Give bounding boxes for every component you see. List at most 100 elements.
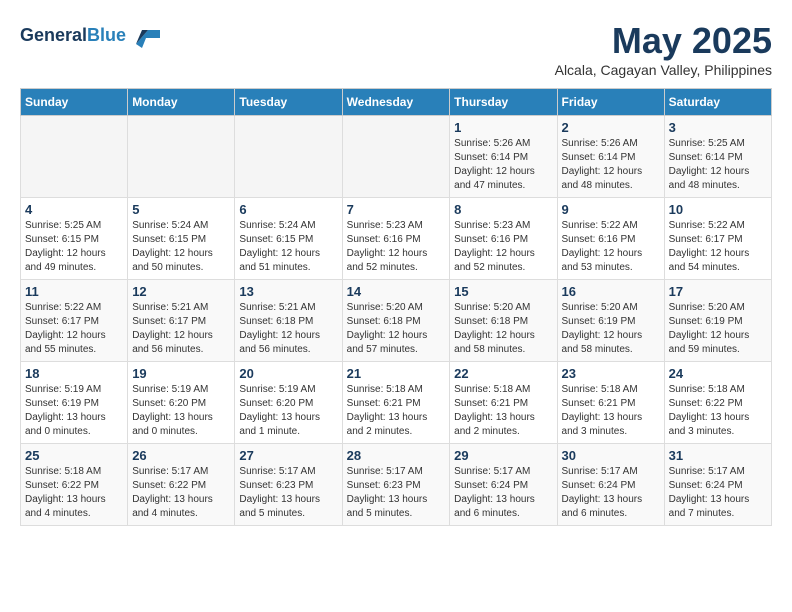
day-number: 18 (25, 366, 123, 381)
day-info: Sunrise: 5:17 AM Sunset: 6:23 PM Dayligh… (239, 465, 337, 521)
day-cell: 20 Sunrise: 5:19 AM Sunset: 6:20 PM Dayli… (235, 362, 342, 444)
day-number: 20 (239, 366, 337, 381)
day-number: 29 (454, 448, 552, 463)
day-info: Sunrise: 5:21 AM Sunset: 6:17 PM Dayligh… (132, 301, 230, 357)
day-info: Sunrise: 5:17 AM Sunset: 6:22 PM Dayligh… (132, 465, 230, 521)
day-cell: 4Sunrise: 5:25 AM Sunset: 6:15 PM Daylig… (21, 198, 128, 280)
day-info: Sunrise: 5:24 AM Sunset: 6:15 PM Dayligh… (239, 219, 337, 275)
day-number: 8 (454, 202, 552, 217)
day-cell: 9 Sunrise: 5:22 AM Sunset: 6:16 PM Daylig… (557, 198, 664, 280)
day-number: 31 (669, 448, 767, 463)
day-info: Sunrise: 5:20 AM Sunset: 6:18 PM Dayligh… (347, 301, 446, 357)
day-info: Sunrise: 5:21 AM Sunset: 6:18 PM Dayligh… (239, 301, 337, 357)
day-info: Sunrise: 5:18 AM Sunset: 6:21 PM Dayligh… (347, 383, 446, 439)
day-cell: 8 Sunrise: 5:23 AM Sunset: 6:16 PM Daylig… (450, 198, 557, 280)
day-info: Sunrise: 5:22 AM Sunset: 6:16 PM Dayligh… (562, 219, 660, 275)
day-info: Sunrise: 5:22 AM Sunset: 6:17 PM Dayligh… (25, 301, 123, 357)
day-info: Sunrise: 5:22 AM Sunset: 6:17 PM Dayligh… (669, 219, 767, 275)
day-cell: 14 Sunrise: 5:20 AM Sunset: 6:18 PM Dayli… (342, 280, 450, 362)
location-subtitle: Alcala, Cagayan Valley, Philippines (555, 62, 772, 78)
day-cell: 19Sunrise: 5:19 AM Sunset: 6:20 PM Dayli… (128, 362, 235, 444)
day-info: Sunrise: 5:19 AM Sunset: 6:20 PM Dayligh… (239, 383, 337, 439)
day-number: 2 (562, 120, 660, 135)
day-number: 19 (132, 366, 230, 381)
calendar-body: 1Sunrise: 5:26 AM Sunset: 6:14 PM Daylig… (21, 116, 772, 526)
day-cell (342, 116, 450, 198)
day-info: Sunrise: 5:24 AM Sunset: 6:15 PM Dayligh… (132, 219, 230, 275)
day-number: 3 (669, 120, 767, 135)
weekday-sunday: Sunday (21, 89, 128, 116)
day-number: 24 (669, 366, 767, 381)
day-cell: 10Sunrise: 5:22 AM Sunset: 6:17 PM Dayli… (664, 198, 771, 280)
weekday-friday: Friday (557, 89, 664, 116)
day-number: 30 (562, 448, 660, 463)
week-row-3: 11 Sunrise: 5:22 AM Sunset: 6:17 PM Dayli… (21, 280, 772, 362)
day-cell: 3Sunrise: 5:25 AM Sunset: 6:14 PM Daylig… (664, 116, 771, 198)
day-number: 22 (454, 366, 552, 381)
page-header: GeneralBlue May 2025 Alcala, Cagayan Val… (20, 20, 772, 78)
day-cell: 15 Sunrise: 5:20 AM Sunset: 6:18 PM Dayli… (450, 280, 557, 362)
weekday-thursday: Thursday (450, 89, 557, 116)
day-number: 11 (25, 284, 123, 299)
day-info: Sunrise: 5:23 AM Sunset: 6:16 PM Dayligh… (454, 219, 552, 275)
day-info: Sunrise: 5:20 AM Sunset: 6:19 PM Dayligh… (669, 301, 767, 357)
day-info: Sunrise: 5:26 AM Sunset: 6:14 PM Dayligh… (454, 137, 552, 193)
day-number: 28 (347, 448, 446, 463)
day-cell: 5 Sunrise: 5:24 AM Sunset: 6:15 PM Daylig… (128, 198, 235, 280)
day-number: 16 (562, 284, 660, 299)
day-cell: 17 Sunrise: 5:20 AM Sunset: 6:19 PM Dayli… (664, 280, 771, 362)
day-cell: 26 Sunrise: 5:17 AM Sunset: 6:22 PM Dayli… (128, 444, 235, 526)
day-info: Sunrise: 5:18 AM Sunset: 6:21 PM Dayligh… (562, 383, 660, 439)
day-cell: 29 Sunrise: 5:17 AM Sunset: 6:24 PM Dayli… (450, 444, 557, 526)
week-row-2: 4Sunrise: 5:25 AM Sunset: 6:15 PM Daylig… (21, 198, 772, 280)
day-number: 4 (25, 202, 123, 217)
day-cell: 31 Sunrise: 5:17 AM Sunset: 6:24 PM Dayli… (664, 444, 771, 526)
day-info: Sunrise: 5:17 AM Sunset: 6:24 PM Dayligh… (454, 465, 552, 521)
day-cell: 12 Sunrise: 5:21 AM Sunset: 6:17 PM Dayli… (128, 280, 235, 362)
day-number: 23 (562, 366, 660, 381)
day-cell: 25Sunrise: 5:18 AM Sunset: 6:22 PM Dayli… (21, 444, 128, 526)
day-cell: 23 Sunrise: 5:18 AM Sunset: 6:21 PM Dayli… (557, 362, 664, 444)
day-info: Sunrise: 5:20 AM Sunset: 6:18 PM Dayligh… (454, 301, 552, 357)
logo: GeneralBlue (20, 20, 160, 52)
day-number: 14 (347, 284, 446, 299)
weekday-header-row: SundayMondayTuesdayWednesdayThursdayFrid… (21, 89, 772, 116)
day-number: 21 (347, 366, 446, 381)
day-number: 15 (454, 284, 552, 299)
day-cell: 22 Sunrise: 5:18 AM Sunset: 6:21 PM Dayli… (450, 362, 557, 444)
day-cell: 16 Sunrise: 5:20 AM Sunset: 6:19 PM Dayli… (557, 280, 664, 362)
week-row-4: 18 Sunrise: 5:19 AM Sunset: 6:19 PM Dayli… (21, 362, 772, 444)
day-cell (235, 116, 342, 198)
day-number: 5 (132, 202, 230, 217)
day-cell: 13 Sunrise: 5:21 AM Sunset: 6:18 PM Dayli… (235, 280, 342, 362)
day-info: Sunrise: 5:17 AM Sunset: 6:24 PM Dayligh… (669, 465, 767, 521)
day-info: Sunrise: 5:20 AM Sunset: 6:19 PM Dayligh… (562, 301, 660, 357)
day-number: 17 (669, 284, 767, 299)
day-info: Sunrise: 5:19 AM Sunset: 6:19 PM Dayligh… (25, 383, 123, 439)
logo-icon (128, 20, 160, 52)
day-cell (21, 116, 128, 198)
calendar-table: SundayMondayTuesdayWednesdayThursdayFrid… (20, 88, 772, 526)
day-cell: 28 Sunrise: 5:17 AM Sunset: 6:23 PM Dayli… (342, 444, 450, 526)
day-number: 12 (132, 284, 230, 299)
day-number: 13 (239, 284, 337, 299)
day-number: 9 (562, 202, 660, 217)
day-info: Sunrise: 5:17 AM Sunset: 6:24 PM Dayligh… (562, 465, 660, 521)
day-cell: 1Sunrise: 5:26 AM Sunset: 6:14 PM Daylig… (450, 116, 557, 198)
day-info: Sunrise: 5:26 AM Sunset: 6:14 PM Dayligh… (562, 137, 660, 193)
day-number: 25 (25, 448, 123, 463)
weekday-tuesday: Tuesday (235, 89, 342, 116)
day-cell: 7Sunrise: 5:23 AM Sunset: 6:16 PM Daylig… (342, 198, 450, 280)
day-info: Sunrise: 5:18 AM Sunset: 6:21 PM Dayligh… (454, 383, 552, 439)
day-cell: 21 Sunrise: 5:18 AM Sunset: 6:21 PM Dayli… (342, 362, 450, 444)
day-cell: 11 Sunrise: 5:22 AM Sunset: 6:17 PM Dayli… (21, 280, 128, 362)
day-info: Sunrise: 5:17 AM Sunset: 6:23 PM Dayligh… (347, 465, 446, 521)
day-number: 27 (239, 448, 337, 463)
weekday-monday: Monday (128, 89, 235, 116)
day-cell: 2 Sunrise: 5:26 AM Sunset: 6:14 PM Daylig… (557, 116, 664, 198)
day-cell (128, 116, 235, 198)
day-number: 6 (239, 202, 337, 217)
day-number: 26 (132, 448, 230, 463)
day-info: Sunrise: 5:18 AM Sunset: 6:22 PM Dayligh… (669, 383, 767, 439)
day-cell: 30 Sunrise: 5:17 AM Sunset: 6:24 PM Dayli… (557, 444, 664, 526)
